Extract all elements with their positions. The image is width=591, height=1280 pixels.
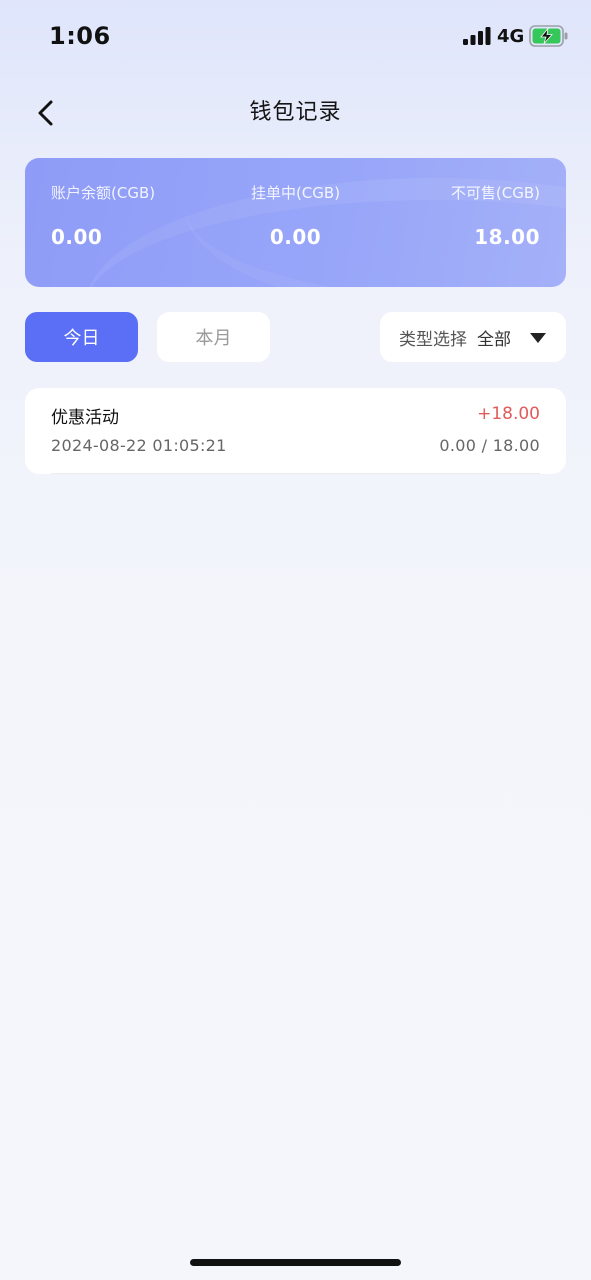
- caret-down-icon: [530, 333, 546, 343]
- record-title: 优惠活动: [51, 408, 119, 428]
- tab-today[interactable]: 今日: [25, 312, 138, 362]
- network-label: 4G: [497, 26, 525, 47]
- unsellable-stat: 不可售(CGB) 18.00: [451, 182, 540, 249]
- battery-charging-icon: [529, 25, 568, 47]
- page-title: 钱包记录: [249, 100, 342, 125]
- signal-icon: [463, 27, 491, 45]
- balance-card: 账户余额(CGB) 0.00 挂单中(CGB) 0.00 不可售(CGB) 18…: [25, 158, 566, 287]
- status-time: 1:06: [49, 22, 111, 50]
- tab-this-month[interactable]: 本月: [157, 312, 270, 362]
- record-time: 2024-08-22 01:05:21: [51, 436, 227, 455]
- divider: [51, 473, 540, 474]
- list-item[interactable]: 优惠活动 +18.00 2024-08-22 01:05:21 0.00 / 1…: [25, 388, 566, 474]
- record-amount: +18.00: [477, 404, 540, 424]
- home-indicator[interactable]: [190, 1259, 401, 1266]
- record-balance: 0.00 / 18.00: [439, 436, 540, 455]
- unsellable-label: 不可售(CGB): [450, 184, 540, 202]
- unsellable-value: 18.00: [474, 225, 540, 249]
- type-select-dropdown[interactable]: 类型选择 全部: [380, 312, 566, 362]
- type-select-label: 类型选择: [399, 329, 467, 350]
- type-select-value: 全部: [477, 329, 511, 350]
- status-bar: 1:06 4G: [0, 0, 591, 72]
